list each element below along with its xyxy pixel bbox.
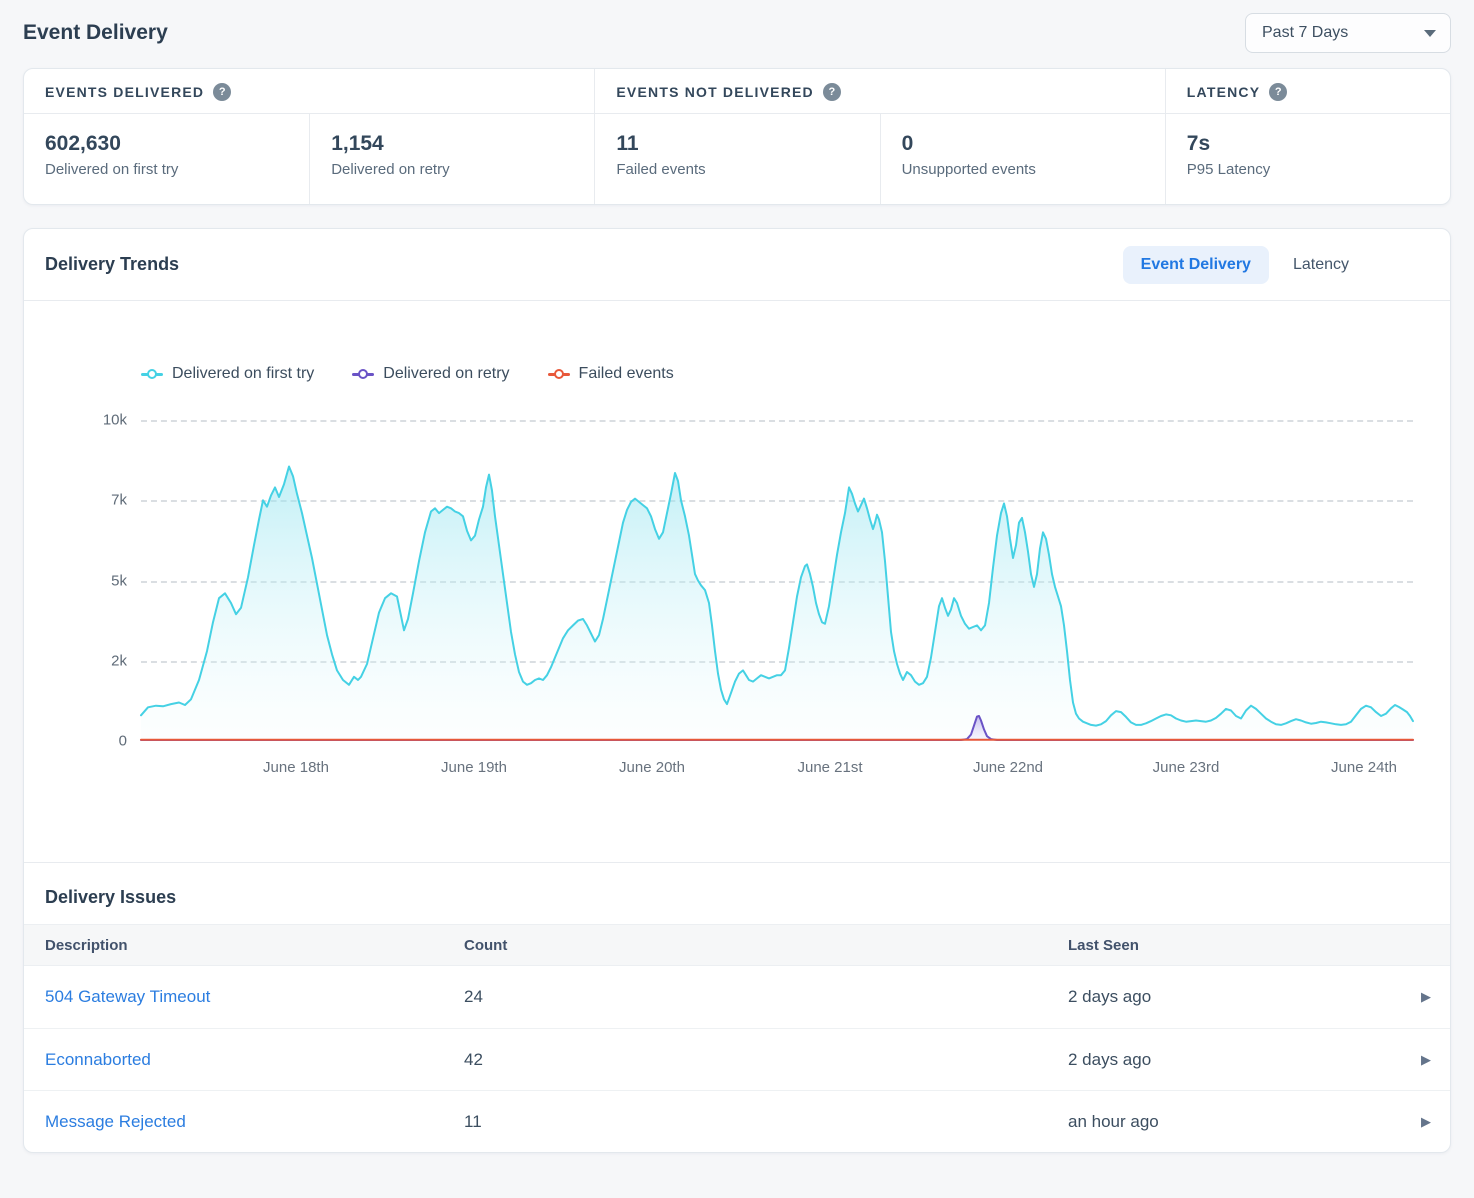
stat-label: Unsupported events [902,161,1144,178]
chevron-right-icon[interactable]: ▶ [1402,989,1450,1005]
delivery-issues-title: Delivery Issues [45,887,1429,908]
stat-delivered-retry: 1,154 Delivered on retry [309,114,594,204]
issue-count: 24 [443,987,1047,1007]
issue-last-seen: 2 days ago [1047,1050,1402,1070]
issue-last-seen: an hour ago [1047,1112,1402,1132]
x-axis-tick: June 19th [441,759,507,776]
issue-link[interactable]: Econnaborted [24,1050,443,1070]
top-bar: Event Delivery Past 7 Days [0,0,1474,58]
x-axis-tick: June 21st [797,759,862,776]
legend-marker-icon [548,369,570,380]
stat-value: 602,630 [45,132,288,156]
help-icon[interactable]: ? [213,83,231,101]
stat-p95-latency: 7s P95 Latency [1165,114,1450,204]
y-axis-tick: 7k [111,492,127,509]
delivery-trends-chart: Delivered on first try Delivered on retr… [24,301,1450,862]
stats-values-row: 602,630 Delivered on first try 1,154 Del… [24,114,1450,204]
group-label: LATENCY [1187,84,1260,100]
stats-group-events-delivered: EVENTS DELIVERED ? [24,69,594,113]
trend-chart-svg [141,420,1413,741]
issues-table-header: Description Count Last Seen [24,924,1450,966]
help-icon[interactable]: ? [1269,83,1287,101]
stats-group-latency: LATENCY ? [1165,69,1450,113]
group-label: EVENTS DELIVERED [45,84,204,100]
stat-label: Delivered on retry [331,161,573,178]
stat-unsupported-events: 0 Unsupported events [880,114,1165,204]
x-axis-tick: June 18th [263,759,329,776]
stats-header-row: EVENTS DELIVERED ? EVENTS NOT DELIVERED … [24,69,1450,114]
chart-legend: Delivered on first try Delivered on retr… [141,365,1450,383]
table-row[interactable]: Message Rejected 11 an hour ago ▶ [24,1090,1450,1152]
trends-and-issues-card: Delivery Trends Event Delivery Latency D… [23,228,1451,1153]
stat-label: Failed events [616,161,858,178]
legend-item-first-try[interactable]: Delivered on first try [141,365,314,383]
legend-marker-icon [141,369,163,380]
chevron-down-icon [1424,30,1436,37]
column-header-description: Description [24,937,443,954]
tab-latency[interactable]: Latency [1275,246,1367,284]
issue-last-seen: 2 days ago [1047,987,1402,1007]
delivery-trends-header: Delivery Trends Event Delivery Latency [24,229,1450,301]
stat-delivered-first-try: 602,630 Delivered on first try [24,114,309,204]
y-axis-tick: 10k [103,412,127,429]
issue-count: 42 [443,1050,1047,1070]
chart-plot-area: 10k 7k 5k 2k 0 [141,420,1413,741]
table-row[interactable]: 504 Gateway Timeout 24 2 days ago ▶ [24,966,1450,1028]
delivery-issues-header: Delivery Issues [24,863,1450,924]
table-row[interactable]: Econnaborted 42 2 days ago ▶ [24,1028,1450,1090]
group-label: EVENTS NOT DELIVERED [616,84,813,100]
issue-count: 11 [443,1112,1047,1132]
time-range-dropdown[interactable]: Past 7 Days [1245,13,1451,53]
stat-value: 1,154 [331,132,573,156]
stats-group-events-not-delivered: EVENTS NOT DELIVERED ? [594,69,1164,113]
column-header-last-seen: Last Seen [1047,937,1450,954]
stat-label: P95 Latency [1187,161,1429,178]
y-axis-tick: 0 [119,733,127,750]
x-axis-tick: June 20th [619,759,685,776]
time-range-value: Past 7 Days [1262,24,1348,42]
trends-tabs: Event Delivery Latency [1123,246,1367,284]
legend-item-retry[interactable]: Delivered on retry [352,365,509,383]
stat-value: 7s [1187,132,1429,156]
legend-label: Delivered on first try [172,365,314,383]
event-delivery-page: Event Delivery Past 7 Days EVENTS DELIVE… [0,0,1474,1198]
stat-failed-events: 11 Failed events [594,114,879,204]
page-title: Event Delivery [23,21,168,45]
x-axis-tick: June 23rd [1153,759,1220,776]
legend-label: Failed events [579,365,674,383]
tab-event-delivery[interactable]: Event Delivery [1123,246,1269,284]
legend-marker-icon [352,369,374,380]
y-axis-tick: 2k [111,653,127,670]
stat-value: 11 [616,132,858,156]
help-icon[interactable]: ? [823,83,841,101]
issue-link[interactable]: Message Rejected [24,1112,443,1132]
stat-label: Delivered on first try [45,161,288,178]
stat-value: 0 [902,132,1144,156]
issue-link[interactable]: 504 Gateway Timeout [24,987,443,1007]
x-axis-tick: June 24th [1331,759,1397,776]
chevron-right-icon[interactable]: ▶ [1402,1052,1450,1068]
column-header-count: Count [443,937,1047,954]
chevron-right-icon[interactable]: ▶ [1402,1114,1450,1130]
x-axis-tick: June 22nd [973,759,1043,776]
y-axis-tick: 5k [111,573,127,590]
legend-item-failed[interactable]: Failed events [548,365,674,383]
legend-label: Delivered on retry [383,365,509,383]
delivery-trends-title: Delivery Trends [45,254,179,275]
stats-card: EVENTS DELIVERED ? EVENTS NOT DELIVERED … [23,68,1451,205]
